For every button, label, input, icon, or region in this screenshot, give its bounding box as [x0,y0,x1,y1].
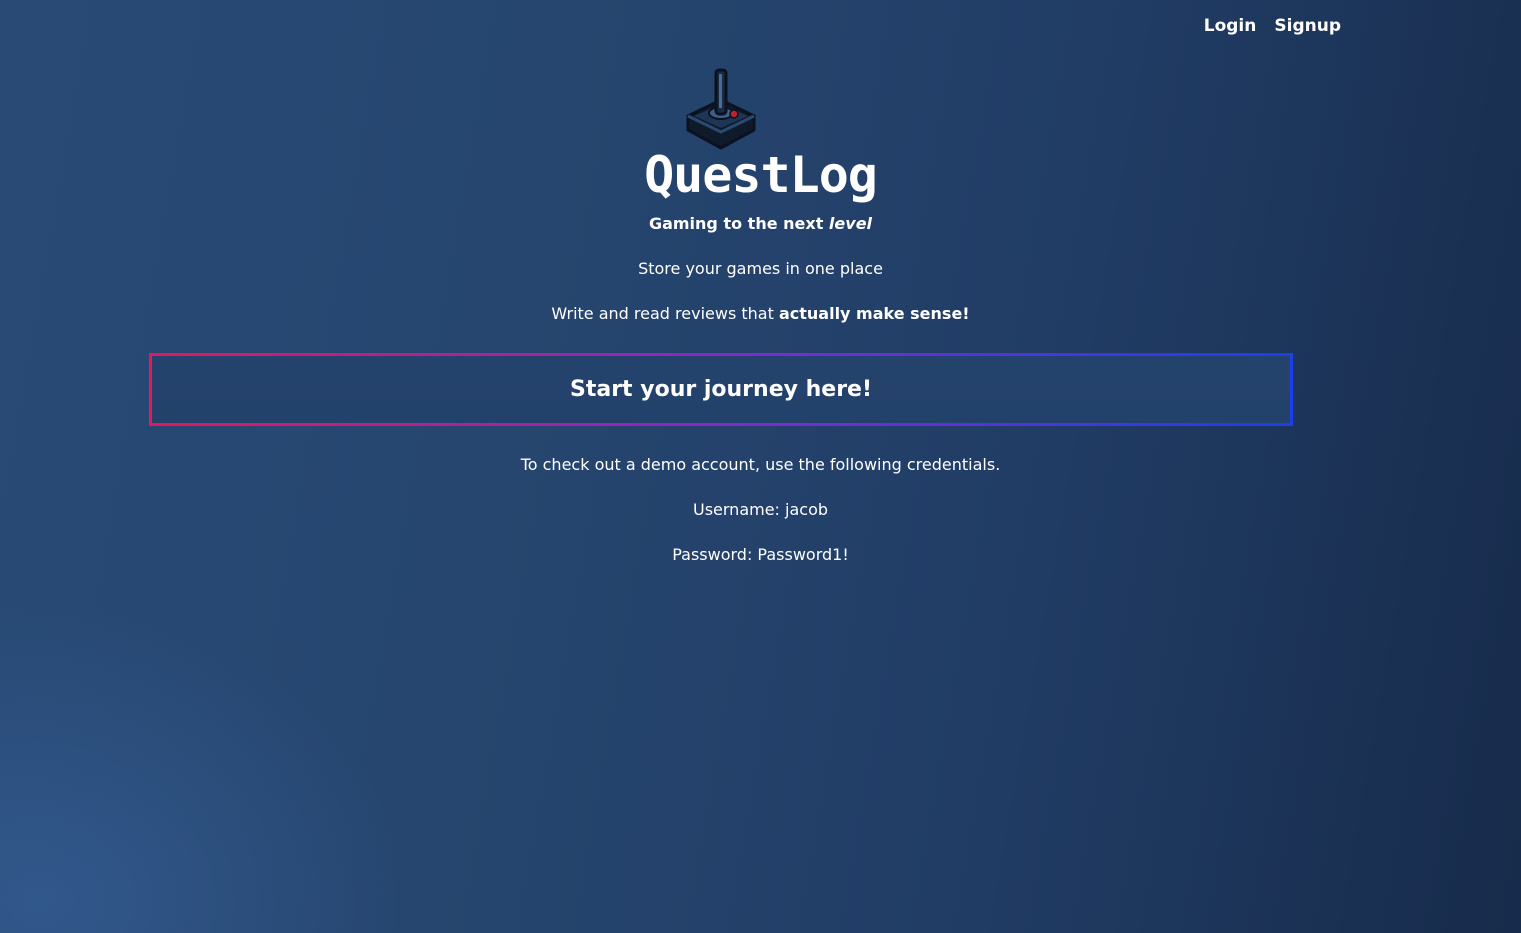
demo-username: Username: jacob [692,500,829,519]
feature-line-reviews: Write and read reviews that actually mak… [0,304,1521,323]
top-nav: Login Signup [1204,16,1341,36]
tagline-emphasis: level [828,214,873,233]
login-link[interactable]: Login [1204,16,1257,36]
tagline: Gaming to the next level [0,214,1521,233]
signup-link[interactable]: Signup [1274,16,1341,36]
joystick-icon [686,68,756,150]
tagline-text: Gaming to the next [648,214,824,233]
start-journey-button[interactable]: Start your journey here! [149,353,1293,426]
demo-password: Password: Password1! [672,545,849,564]
reviews-emphasis: actually make sense! [778,304,970,323]
reviews-text: Write and read reviews that [551,304,774,323]
demo-intro: To check out a demo account, use the fol… [520,455,1001,474]
brand-name: QuestLog [644,146,878,204]
feature-line-games: Store your games in one place [638,259,883,278]
